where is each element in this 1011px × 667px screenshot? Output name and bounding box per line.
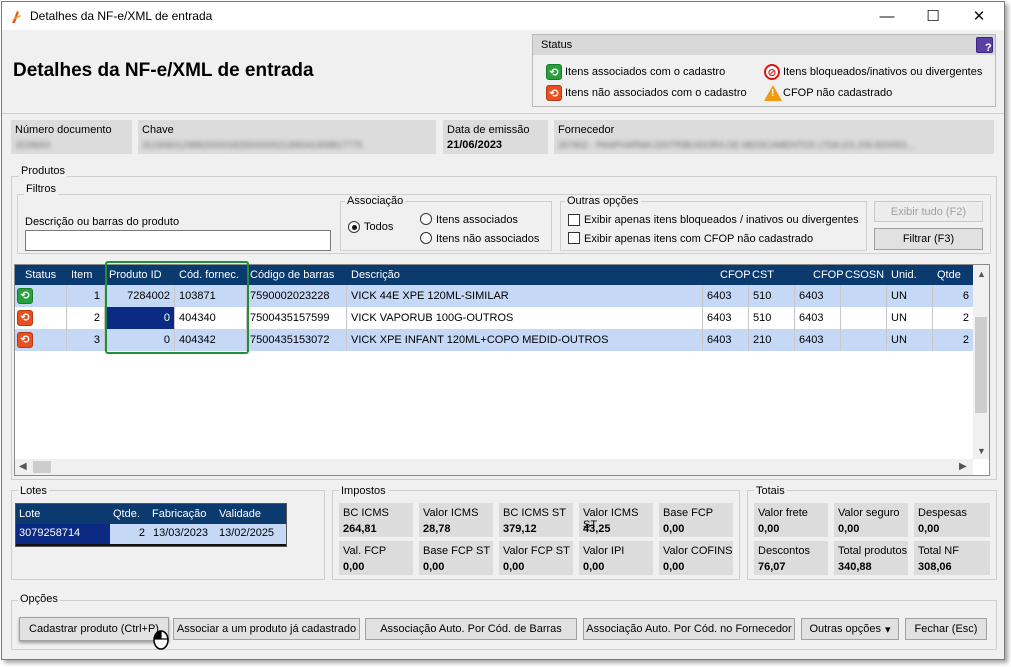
val-fcp-box: Val. FCP 0,00 [339,541,413,575]
sync-green-icon: ⟲ [17,288,33,304]
cadastrar-produto-button[interactable]: Cadastrar produto (Ctrl+P) [19,617,169,641]
lotes-grid: Lote Qtde. Fabricação Validade 307925871… [15,503,287,547]
help-icon[interactable]: ? [976,37,993,54]
total-nf-box: Total NF 308,06 [914,541,990,575]
blocked-red-icon: ⊘ [764,64,780,80]
produtos-label: Produtos [19,165,68,177]
scroll-down-icon[interactable]: ▼ [977,446,986,456]
col-qtde[interactable]: Qtde [933,265,973,285]
checkbox-cfop-label: Exibir apenas itens com CFOP não cadastr… [584,233,814,245]
valor-seguro-box: Valor seguro 0,00 [834,503,908,537]
grid-horizontal-scrollbar[interactable]: ◀ ▶ [15,459,973,475]
header: Detalhes da NF-e/XML de entrada Status ?… [2,30,1004,114]
app-logo-icon [12,11,21,23]
app-window: Detalhes da NF-e/XML de entrada — ☐ ✕ De… [1,1,1005,660]
lotes-label: Lotes [18,485,49,497]
sync-orange-icon: ⟲ [17,310,33,326]
associacao-auto-barras-button[interactable]: Associação Auto. Por Cód. de Barras [365,618,577,640]
outras-opcoes-button[interactable]: Outras opções ▾ [801,618,899,640]
close-button[interactable]: ✕ [956,2,1002,30]
valor-icms-st-box: Valor ICMS ST 43,25 [579,503,653,537]
base-fcp-st-box: Base FCP ST 0,00 [419,541,493,575]
data-emissao-value: 21/06/2023 [447,139,503,151]
fechar-button[interactable]: Fechar (Esc) [905,618,987,640]
valor-cofins-box: Valor COFINS 0,00 [659,541,733,575]
col-descricao[interactable]: Descrição [347,265,697,285]
radio-itens-nao-associados[interactable] [420,232,432,244]
legend-associated: Itens associados com o cadastro [565,66,726,78]
col-csosn[interactable]: CSOSN [841,265,887,285]
outras-opcoes-label: Outras opções [565,195,641,207]
associacao-auto-fornecedor-button[interactable]: Associação Auto. Por Cód. no Fornecedor [583,618,795,640]
chave-value: 3123060129882000018255000002139504190881… [142,140,363,150]
highlight-outline [105,261,249,354]
lotes-header: Lote Qtde. Fabricação Validade [16,504,286,524]
base-fcp-box: Base FCP 0,00 [659,503,733,537]
mouse-cursor-icon [153,630,169,650]
total-produtos-box: Total produtos 340,88 [834,541,908,575]
descontos-box: Descontos 76,07 [754,541,828,575]
exibir-tudo-button[interactable]: Exibir tudo (F2) [874,201,983,222]
filtros-label: Filtros [24,183,58,195]
hscroll-thumb[interactable] [33,461,51,473]
numero-documento-field: Número documento 3239693 [11,120,132,154]
chave-field: Chave 3123060129882000018255000002139504… [138,120,436,154]
valor-frete-box: Valor frete 0,00 [754,503,828,537]
numero-documento-value: 3239693 [15,140,51,150]
minimize-button[interactable]: — [864,2,910,30]
chevron-down-icon: ▾ [885,623,891,636]
grid-vertical-scrollbar[interactable]: ▲ ▼ [973,265,989,459]
status-legend-header: Status ? [533,35,995,55]
opcoes-label: Opções [18,593,60,605]
fornecedor-value: 267802 - PANPHARMA DISTRIBUIDORA DE MEDI… [558,140,916,150]
checkbox-bloqueados[interactable] [568,214,580,226]
valor-ipi-box: Valor IPI 0,00 [579,541,653,575]
col-unid[interactable]: Unid. [887,265,933,285]
scroll-thumb[interactable] [975,317,987,413]
maximize-button[interactable]: ☐ [910,2,956,30]
descricao-input[interactable] [25,230,331,251]
descricao-label: Descrição ou barras do produto [25,216,180,228]
col-item[interactable]: Item [67,265,105,285]
radio-todos[interactable] [348,221,360,233]
valor-fcp-st-box: Valor FCP ST 0,00 [499,541,573,575]
totais-label: Totais [754,485,787,497]
sync-orange-icon: ⟲ [546,85,562,101]
bc-icms-box: BC ICMS 264,81 [339,503,413,537]
associar-produto-button[interactable]: Associar a um produto já cadastrado [173,618,360,640]
window-title: Detalhes da NF-e/XML de entrada [30,9,213,23]
impostos-label: Impostos [339,485,388,497]
checkbox-bloqueados-label: Exibir apenas itens bloqueados / inativo… [584,214,859,226]
sync-green-icon: ⟲ [546,64,562,80]
col-barras[interactable]: Código de barras [246,265,346,285]
legend-cfop: CFOP não cadastrado [783,87,893,99]
bc-icms-st-box: BC ICMS ST 379,12 [499,503,573,537]
table-row[interactable]: 3079258714 2 13/03/2023 13/02/2025 [16,524,286,546]
title-bar: Detalhes da NF-e/XML de entrada — ☐ ✕ [2,2,1004,30]
col-status[interactable]: Status [21,265,73,285]
associacao-label: Associação [345,195,406,207]
scroll-up-icon[interactable]: ▲ [977,269,986,279]
radio-todos-label: Todos [364,221,394,233]
despesas-box: Despesas 0,00 [914,503,990,537]
status-legend: Status ? ⟲ Itens associados com o cadast… [532,34,996,107]
valor-icms-box: Valor ICMS 28,78 [419,503,493,537]
page-title: Detalhes da NF-e/XML de entrada [13,60,314,81]
legend-blocked: Itens bloqueados/inativos ou divergentes [783,66,983,78]
radio-itens-associados-label: Itens associados [436,214,518,226]
fornecedor-field: Fornecedor 267802 - PANPHARMA DISTRIBUID… [554,120,994,154]
radio-itens-nao-associados-label: Itens não associados [436,233,540,245]
radio-itens-associados[interactable] [420,213,432,225]
data-emissao-field: Data de emissão 21/06/2023 [443,120,548,154]
legend-not-associated: Itens não associados com o cadastro [565,87,747,99]
filtrar-button[interactable]: Filtrar (F3) [874,228,983,250]
warning-icon: ! [764,85,782,101]
scroll-left-icon[interactable]: ◀ [19,461,27,472]
scroll-right-icon[interactable]: ▶ [959,461,967,472]
sync-orange-icon: ⟲ [17,332,33,348]
status-legend-title: Status [541,39,573,51]
col-cst[interactable]: CST [748,265,794,285]
checkbox-cfop[interactable] [568,232,580,244]
